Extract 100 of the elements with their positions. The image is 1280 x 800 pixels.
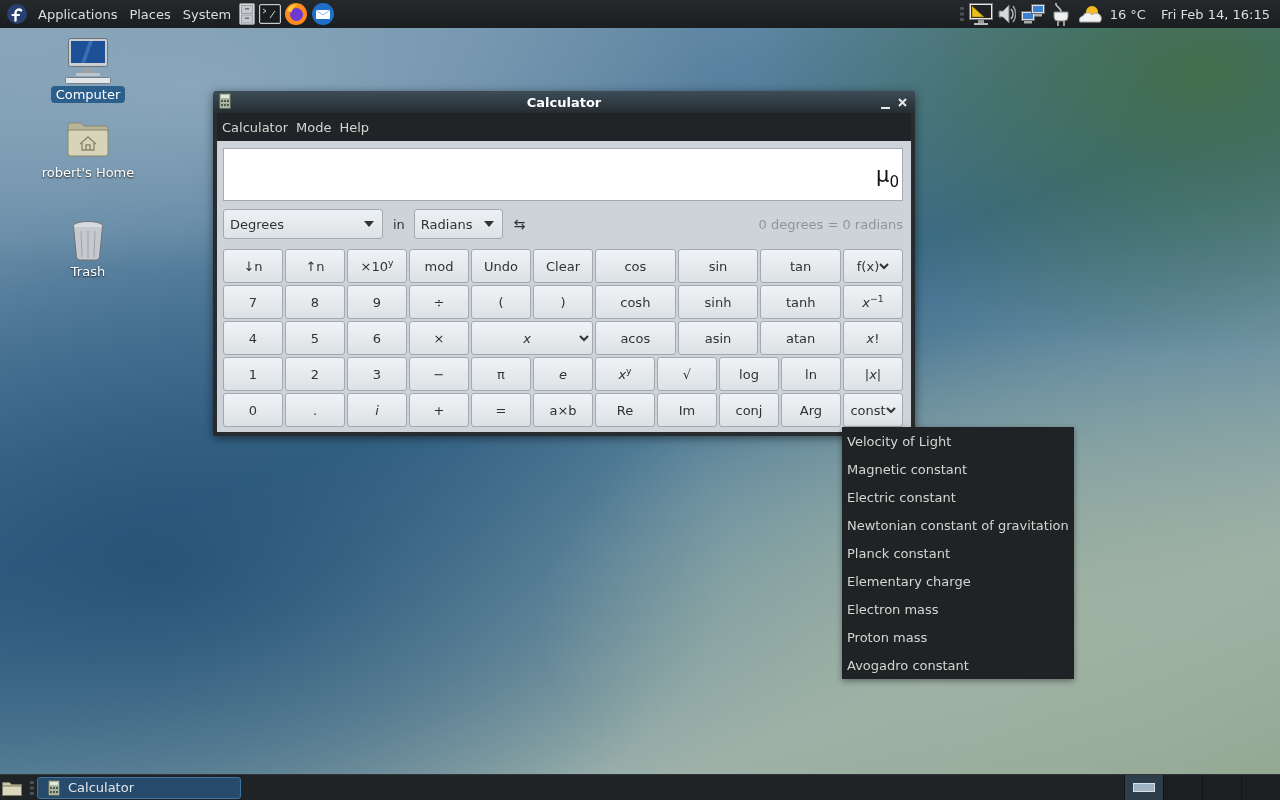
calculator-key[interactable]: ↑n (285, 249, 345, 283)
to-unit-dropdown[interactable]: Radians (413, 209, 503, 239)
menu-key[interactable]: f(x) (843, 249, 903, 283)
panel-menu[interactable]: Applications (34, 2, 122, 26)
calculator-key[interactable]: ÷ (409, 285, 469, 319)
menu-key[interactable]: x (471, 321, 593, 355)
menu-item[interactable]: Calculator (218, 115, 292, 139)
panel-menu[interactable]: Places (125, 2, 175, 26)
panel-menu[interactable]: System (178, 2, 236, 26)
envelope-icon[interactable] (311, 3, 336, 25)
calculator-key[interactable]: = (471, 393, 531, 427)
menu-item[interactable]: Mode (292, 115, 336, 139)
calculator-icon (219, 92, 231, 109)
menu-item[interactable]: Elementary charge (842, 567, 1074, 595)
calculator-key[interactable]: 7 (223, 285, 283, 319)
calculator-key[interactable]: sinh (677, 285, 759, 319)
calculator-key[interactable]: cosh (595, 285, 676, 319)
display-field[interactable]: μ$_{0}$ (223, 148, 903, 201)
chevron-icon (885, 406, 896, 414)
menu-item[interactable]: Velocity of Light (842, 427, 1074, 455)
menu-item[interactable]: Newtonian constant of gravitation (842, 511, 1074, 539)
monitor-ruler-icon[interactable] (968, 3, 993, 25)
calculator-key[interactable]: √ (657, 357, 717, 391)
calculator-key[interactable]: |x| (843, 357, 903, 391)
desktop-icon-label[interactable]: Trash (65, 263, 111, 280)
menu-item[interactable]: Avogadro constant (842, 651, 1074, 679)
calculator-key[interactable]: log (719, 357, 779, 391)
temperature: 16 °C (1108, 6, 1147, 22)
calculator-key[interactable]: acos (595, 321, 676, 355)
calculator-key[interactable]: 8 (285, 285, 345, 319)
conversion-result: 0 degrees = 0 radians (758, 216, 903, 232)
calculator-key[interactable]: x! (843, 321, 903, 355)
clock[interactable]: Fri Feb 14, 16:15 (1158, 6, 1272, 22)
calculator-key[interactable]: asin (677, 321, 759, 355)
computer-icon[interactable] (64, 38, 112, 84)
mini-window-icon (1133, 783, 1155, 792)
calculator-key[interactable]: Clear (533, 249, 593, 283)
grip-icon (30, 779, 34, 796)
caret-icon (483, 221, 494, 227)
calculator-key[interactable]: ↓n (223, 249, 283, 283)
calculator-key[interactable]: x$^{y}$ (595, 357, 655, 391)
speaker-icon[interactable] (997, 3, 1016, 25)
task-button[interactable]: Calculator (37, 776, 241, 799)
calculator-key[interactable]: Im (657, 393, 717, 427)
calculator-key[interactable]: + (409, 393, 469, 427)
flame-globe-icon[interactable] (285, 3, 308, 25)
minimize-icon (881, 106, 890, 109)
calculator-key[interactable]: 0 (223, 393, 283, 427)
calculator-key[interactable]: − (409, 357, 469, 391)
calculator-key[interactable]: tan (760, 249, 841, 283)
calculator-key[interactable]: 1 (223, 357, 283, 391)
calculator-key[interactable]: ln (781, 357, 841, 391)
calculator-key[interactable]: 5 (285, 321, 345, 355)
menu-item[interactable]: Electron mass (842, 595, 1074, 623)
calculator-key[interactable]: × (409, 321, 469, 355)
calculator-key[interactable]: atan (760, 321, 841, 355)
workspace-button[interactable] (1124, 775, 1163, 800)
network-computers-icon[interactable] (1020, 4, 1045, 24)
grip-icon (959, 6, 964, 22)
calculator-icon (48, 779, 60, 796)
calculator-key[interactable]: x$^{−1}$ (843, 285, 903, 319)
calculator-key[interactable]: Undo (471, 249, 531, 283)
calculator-key[interactable]: π (471, 357, 531, 391)
trash-icon[interactable] (72, 221, 104, 261)
menu-item[interactable]: Planck constant (842, 539, 1074, 567)
menu-item[interactable]: Proton mass (842, 623, 1074, 651)
chevron-icon (579, 334, 589, 342)
window-title: Calculator (526, 94, 602, 110)
calculator-key[interactable]: ×10$^{y}$ (347, 249, 407, 283)
calculator-key[interactable]: e (533, 357, 593, 391)
calculator-key[interactable]: 6 (347, 321, 407, 355)
chevron-icon (879, 262, 890, 270)
calculator-key[interactable]: tanh (760, 285, 841, 319)
calculator-key[interactable]: 9 (347, 285, 407, 319)
calculator-key[interactable]: cos (595, 249, 676, 283)
calculator-key[interactable]: 4 (223, 321, 283, 355)
calculator-key[interactable]: 3 (347, 357, 407, 391)
calculator-key[interactable]: sin (677, 249, 759, 283)
menu-item[interactable]: Magnetic constant (842, 455, 1074, 483)
calculator-key[interactable]: i (347, 393, 407, 427)
calculator-key[interactable]: 2 (285, 357, 345, 391)
menu-item[interactable]: Electric constant (842, 483, 1074, 511)
calculator-key[interactable]: mod (409, 249, 469, 283)
menu-item[interactable]: Help (335, 115, 374, 139)
file-cabinet-icon[interactable] (239, 3, 256, 25)
calculator-key[interactable]: Arg (781, 393, 841, 427)
close-icon (898, 97, 907, 107)
sun-cloud-icon[interactable] (1076, 5, 1103, 23)
calculator-key[interactable]: Re (595, 393, 655, 427)
calculator-key[interactable]: a×b (533, 393, 593, 427)
terminal-icon[interactable] (259, 4, 282, 24)
calculator-key[interactable]: conj (719, 393, 779, 427)
calculator-key[interactable]: ( (471, 285, 531, 319)
in-label: in (393, 216, 405, 232)
swap-button[interactable]: ⇆ (511, 216, 528, 232)
menu-key[interactable]: const (843, 393, 903, 427)
from-unit-dropdown[interactable]: Degrees (223, 209, 383, 239)
desktop-icon-label[interactable]: Computer (50, 86, 126, 103)
calculator-key[interactable]: ) (533, 285, 593, 319)
calculator-key[interactable]: . (285, 393, 345, 427)
